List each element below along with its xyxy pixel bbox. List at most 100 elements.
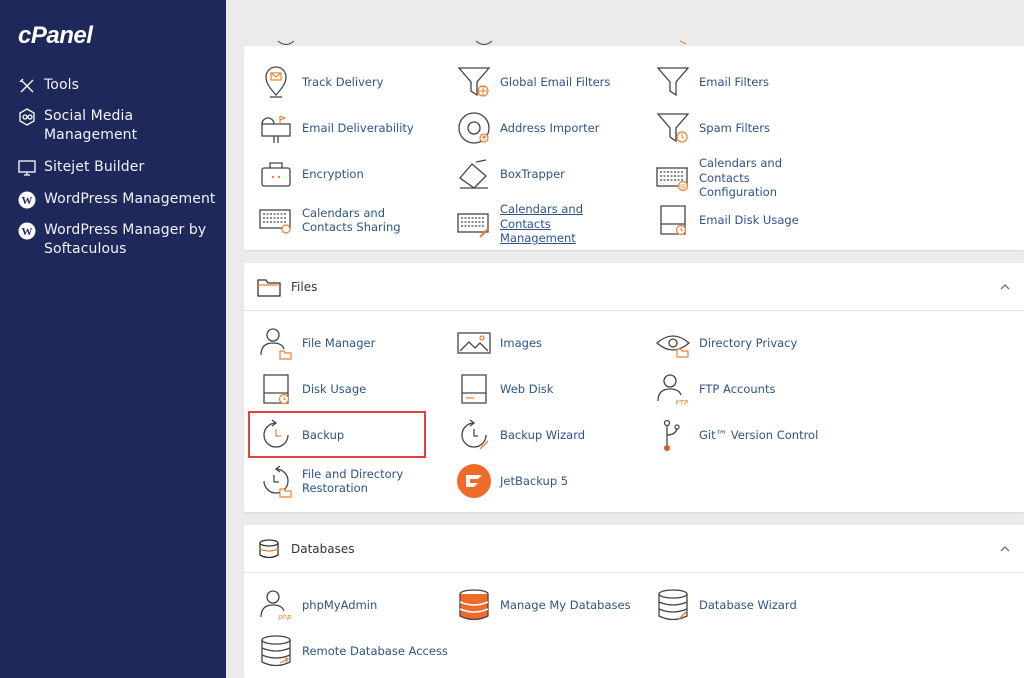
disk-icon <box>461 374 487 404</box>
tool-jetbackup[interactable]: JetBackup 5 <box>456 463 568 499</box>
tool-file-manager[interactable]: File Manager <box>258 325 375 361</box>
database-wizard-icon <box>658 589 688 621</box>
tool-images[interactable]: Images <box>456 325 542 361</box>
restore-icon <box>263 465 292 498</box>
sidebar-item-wordpress-management[interactable]: W WordPress Management <box>18 190 216 209</box>
tool-label: Remote Database Access <box>302 643 448 658</box>
tool-label: Global Email Filters <box>500 74 611 89</box>
tool-boxtrapper[interactable]: BoxTrapper <box>456 156 565 192</box>
sidebar-item-sitejet[interactable]: Sitejet Builder <box>18 158 144 177</box>
tool-label: Track Delivery <box>302 74 384 89</box>
tool-label: Email Deliverability <box>302 120 414 135</box>
databases-panel-header[interactable]: Databases <box>244 525 1024 573</box>
tool-calendars-contacts-sharing[interactable]: Calendars and Contacts Sharing <box>258 202 432 238</box>
tool-database-wizard[interactable]: Database Wizard <box>655 587 797 623</box>
tool-label: phpMyAdmin <box>302 597 378 612</box>
database-remote-icon <box>261 635 291 667</box>
svg-text:W: W <box>22 226 33 238</box>
tool-remote-database-access[interactable]: Remote Database Access <box>258 633 448 669</box>
at-sign-icon <box>458 112 490 144</box>
tool-label: Backup Wizard <box>500 427 586 442</box>
svg-text:@: @ <box>680 183 686 190</box>
sidebar-item-label: Social Media Management <box>44 108 138 143</box>
tool-git-version-control[interactable]: Git™ Version Control <box>655 417 818 453</box>
map-pin-icon <box>265 66 287 98</box>
jetbackup-icon <box>457 464 491 498</box>
eye-folder-icon <box>656 335 690 358</box>
sidebar-item-label: WordPress Manager by Softaculous <box>44 222 207 257</box>
keyboard-pencil-icon <box>457 213 489 238</box>
tool-label: Calendars and Contacts Management <box>500 202 583 245</box>
files-panel-header[interactable]: Files <box>244 263 1024 311</box>
sidebar-item-wordpress-softaculous[interactable]: W WordPress Manager by Softaculous <box>18 221 214 259</box>
sidebar-item-label: Sitejet Builder <box>44 159 145 175</box>
sidebar-item-tools[interactable]: Tools <box>18 76 79 95</box>
databases-panel-title: Databases <box>291 542 355 556</box>
tool-track-delivery[interactable]: Track Delivery <box>258 64 383 100</box>
git-branch-icon <box>663 419 680 451</box>
tool-email-filters[interactable]: Email Filters <box>655 64 769 100</box>
tool-label: Address Importer <box>500 120 600 135</box>
svg-text:php: php <box>277 613 292 621</box>
cpanel-logo[interactable]: cPanel <box>18 22 93 50</box>
user-ftp-icon: FTP <box>657 374 688 407</box>
keyboard-at-icon: @ <box>656 167 689 191</box>
tool-disk-usage[interactable]: Disk Usage <box>258 371 366 407</box>
user-folder-icon <box>260 328 292 360</box>
chevron-up-icon[interactable] <box>1000 544 1010 554</box>
sidebar-item-label: WordPress Management <box>44 191 216 207</box>
tool-email-deliverability[interactable]: Email Deliverability <box>258 110 414 146</box>
mailbox-icon <box>261 115 291 143</box>
tool-backup-wizard[interactable]: Backup Wizard <box>456 417 585 453</box>
tool-label: Web Disk <box>500 381 554 396</box>
tool-web-disk[interactable]: Web Disk <box>456 371 553 407</box>
database-icon <box>259 539 279 559</box>
tool-manage-my-databases[interactable]: Manage My Databases <box>456 587 631 623</box>
tool-label: BoxTrapper <box>500 166 565 181</box>
chevron-up-icon[interactable] <box>1000 282 1010 292</box>
tool-file-directory-restoration[interactable]: File and Directory Restoration <box>258 463 412 499</box>
wordpress-icon: W <box>18 222 36 240</box>
backup-highlight-box <box>248 411 426 458</box>
social-media-icon <box>18 108 36 126</box>
tool-ftp-accounts[interactable]: FTP FTP Accounts <box>655 371 775 407</box>
lock-box-icon <box>261 162 291 187</box>
image-icon <box>457 332 491 354</box>
funnel-icon <box>656 67 690 97</box>
files-panel-title: Files <box>291 280 318 294</box>
tools-icon <box>18 77 36 95</box>
svg-text:W: W <box>22 195 33 207</box>
tool-address-importer[interactable]: Address Importer <box>456 110 599 146</box>
tool-spam-filters[interactable]: Spam Filters <box>655 110 770 146</box>
tool-label: Database Wizard <box>699 597 797 612</box>
tool-email-disk-usage[interactable]: Email Disk Usage <box>655 202 799 238</box>
disk-clock-icon <box>263 374 290 405</box>
keyboard-gear-icon <box>259 209 291 234</box>
tool-label: Email Filters <box>699 74 770 89</box>
tool-label: Email Disk Usage <box>699 212 799 227</box>
box-trap-icon <box>459 159 488 189</box>
tool-encryption[interactable]: Encryption <box>258 156 364 192</box>
folder-icon <box>257 279 281 297</box>
tool-label: Disk Usage <box>302 381 367 396</box>
tool-global-email-filters[interactable]: Global Email Filters <box>456 64 610 100</box>
tool-label: Images <box>500 335 543 350</box>
tool-calendars-contacts-configuration[interactable]: @ Calendars and Contacts Configuration <box>655 156 829 200</box>
tool-label: Directory Privacy <box>699 335 798 350</box>
tool-label: JetBackup 5 <box>500 473 569 488</box>
funnel-globe-icon <box>457 67 491 97</box>
tool-label: Calendars and Contacts Sharing <box>302 205 401 235</box>
svg-text:FTP: FTP <box>676 399 688 407</box>
disk-clock-icon <box>660 205 687 236</box>
sidebar-item-social-media[interactable]: Social Media Management <box>18 107 208 145</box>
sidebar: cPanel Tools Social Media Management Sit… <box>0 0 226 678</box>
tool-label: Git™ Version Control <box>699 427 819 442</box>
tool-phpmyadmin[interactable]: php phpMyAdmin <box>258 587 377 623</box>
sidebar-item-label: Tools <box>44 77 79 93</box>
tool-label: Manage My Databases <box>500 597 631 612</box>
tool-label: File and Directory Restoration <box>302 466 404 496</box>
tool-label: FTP Accounts <box>699 381 776 396</box>
tool-directory-privacy[interactable]: Directory Privacy <box>655 325 797 361</box>
funnel-clock-icon <box>656 113 690 143</box>
tool-calendars-contacts-management[interactable]: Calendars and Contacts Management <box>456 202 630 246</box>
